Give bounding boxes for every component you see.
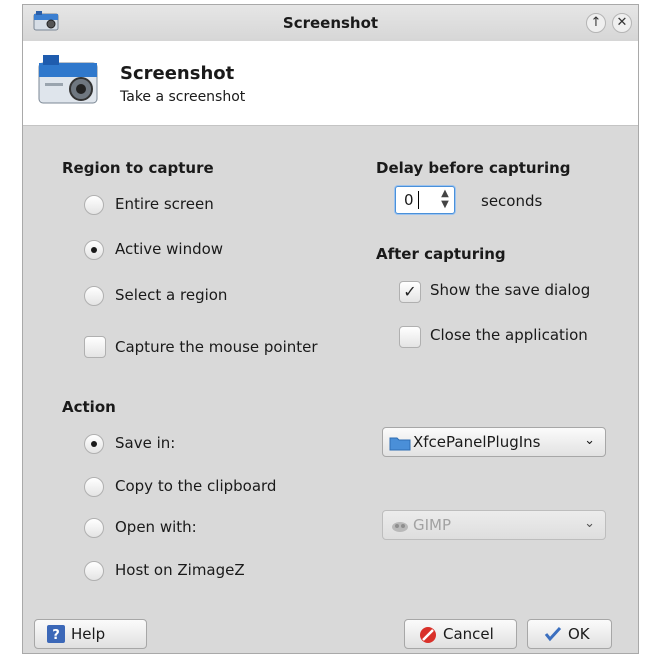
checkbox-close-application[interactable] (399, 326, 421, 348)
close-button[interactable]: ✕ (612, 13, 632, 33)
radio-open-with[interactable] (84, 518, 104, 538)
ok-label: OK (568, 625, 590, 643)
delay-heading: Delay before capturing (376, 159, 571, 177)
folder-icon (389, 435, 411, 455)
title-bar[interactable]: Screenshot ↑ ✕ (23, 5, 638, 41)
radio-copy-clipboard[interactable] (84, 477, 104, 497)
label-save-in[interactable]: Save in: (115, 434, 175, 452)
save-folder-value: XfcePanelPlugIns (413, 433, 541, 451)
window-title: Screenshot (282, 14, 379, 32)
label-open-with[interactable]: Open with: (115, 518, 197, 536)
radio-entire-screen[interactable] (84, 195, 104, 215)
delay-unit: seconds (481, 192, 543, 210)
camera-icon (37, 51, 99, 115)
help-icon: ? (47, 625, 65, 647)
label-close-application[interactable]: Close the application (430, 326, 588, 344)
label-capture-mouse-pointer[interactable]: Capture the mouse pointer (115, 338, 318, 356)
delay-spinbox[interactable]: 0 ▲ ▼ (395, 186, 455, 214)
label-copy-clipboard[interactable]: Copy to the clipboard (115, 477, 276, 495)
label-select-region[interactable]: Select a region (115, 286, 227, 304)
label-show-save-dialog[interactable]: Show the save dialog (430, 281, 590, 299)
radio-active-window[interactable] (84, 240, 104, 260)
chevron-down-icon: ⌄ (584, 516, 595, 531)
checkmark-icon (544, 625, 562, 647)
label-host-zimagez[interactable]: Host on ZimageZ (115, 561, 245, 579)
chevron-down-icon: ⌄ (584, 433, 595, 448)
cancel-button[interactable]: Cancel (404, 619, 517, 649)
svg-text:?: ? (52, 628, 60, 643)
ok-button[interactable]: OK (527, 619, 612, 649)
cancel-icon (419, 626, 437, 648)
dialog-header: Screenshot Take a screenshot (23, 41, 638, 126)
save-folder-combo[interactable]: XfcePanelPlugIns ⌄ (382, 427, 606, 457)
header-subtitle: Take a screenshot (120, 89, 246, 105)
radio-select-region[interactable] (84, 286, 104, 306)
label-active-window[interactable]: Active window (115, 240, 223, 258)
radio-save-in[interactable] (84, 434, 104, 454)
checkbox-show-save-dialog[interactable]: ✓ (399, 281, 421, 303)
keep-above-button[interactable]: ↑ (586, 13, 606, 33)
region-heading: Region to capture (62, 159, 214, 177)
checkbox-capture-mouse-pointer[interactable] (84, 336, 106, 358)
text-cursor (418, 191, 419, 209)
header-title: Screenshot (120, 63, 235, 84)
spin-arrows-icon[interactable]: ▲ ▼ (438, 188, 452, 212)
delay-value: 0 (404, 191, 414, 209)
help-label: Help (71, 625, 106, 643)
action-heading: Action (62, 398, 116, 416)
after-heading: After capturing (376, 245, 506, 263)
help-button[interactable]: ? Help (34, 619, 147, 649)
open-with-combo[interactable]: GIMP ⌄ (382, 510, 606, 540)
label-entire-screen[interactable]: Entire screen (115, 195, 214, 213)
radio-host-zimagez[interactable] (84, 561, 104, 581)
cancel-label: Cancel (443, 625, 494, 643)
screenshot-dialog: Screenshot ↑ ✕ Screenshot Take a screens… (22, 4, 639, 654)
open-with-value: GIMP (413, 516, 452, 534)
gimp-icon (389, 518, 411, 538)
